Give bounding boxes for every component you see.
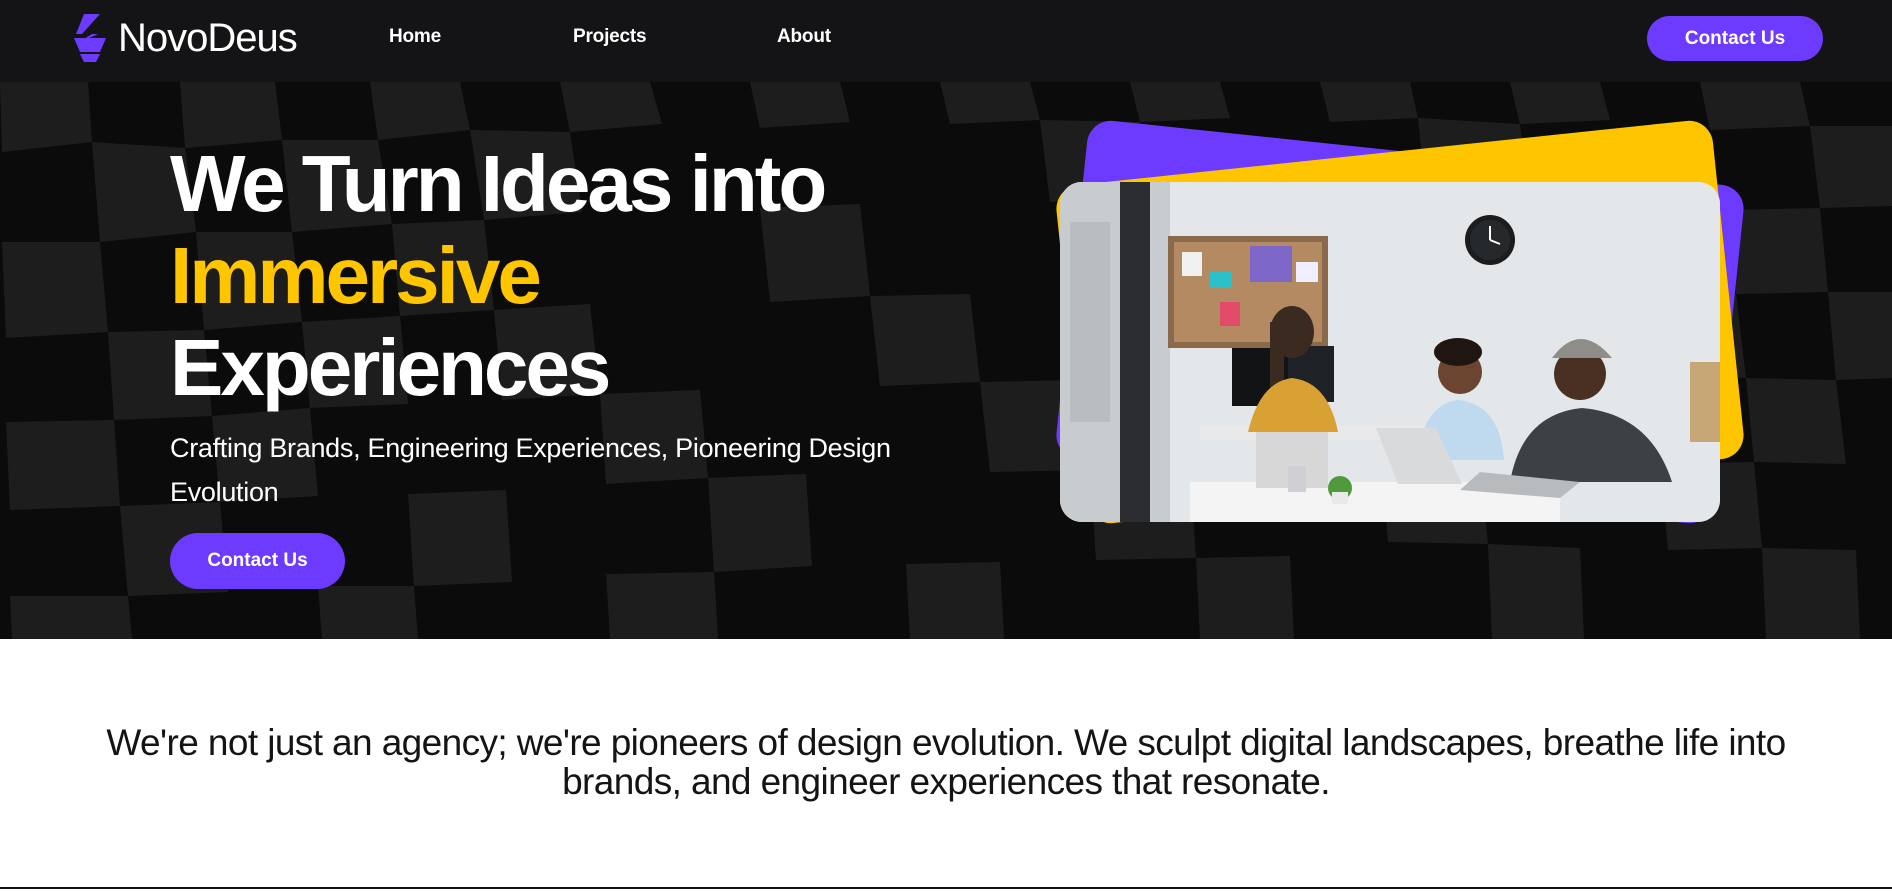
navbar: NovoDeus Home Projects About Contact Us [0,0,1892,82]
novodeus-logo-icon [74,14,106,62]
nav-link-about[interactable]: About [777,26,831,48]
nav-contact-button[interactable]: Contact Us [1647,16,1823,61]
nav-link-home[interactable]: Home [389,26,441,48]
statement-section: We're not just an agency; we're pioneers… [0,639,1892,889]
hero-title: We Turn Ideas into Immersive Experiences [170,138,827,414]
statement-text: We're not just an agency; we're pioneers… [106,722,1786,802]
logo[interactable]: NovoDeus [70,12,298,64]
office-team-illustration [1060,182,1720,522]
hero-title-accent: Immersive [170,231,542,320]
section-divider [0,887,1892,889]
hero-contact-button[interactable]: Contact Us [170,533,345,589]
hero-subtitle: Crafting Brands, Engineering Experiences… [170,433,891,507]
hero-title-line3: Experiences [170,323,611,412]
nav-link-projects[interactable]: Projects [573,26,647,48]
hero-photo [1060,182,1720,522]
hero-section: We Turn Ideas into Immersive Experiences… [0,82,1892,639]
logo-text: NovoDeus [118,16,298,60]
hero-image-group [1040,118,1760,546]
hero-title-line1: We Turn Ideas into [170,139,827,228]
